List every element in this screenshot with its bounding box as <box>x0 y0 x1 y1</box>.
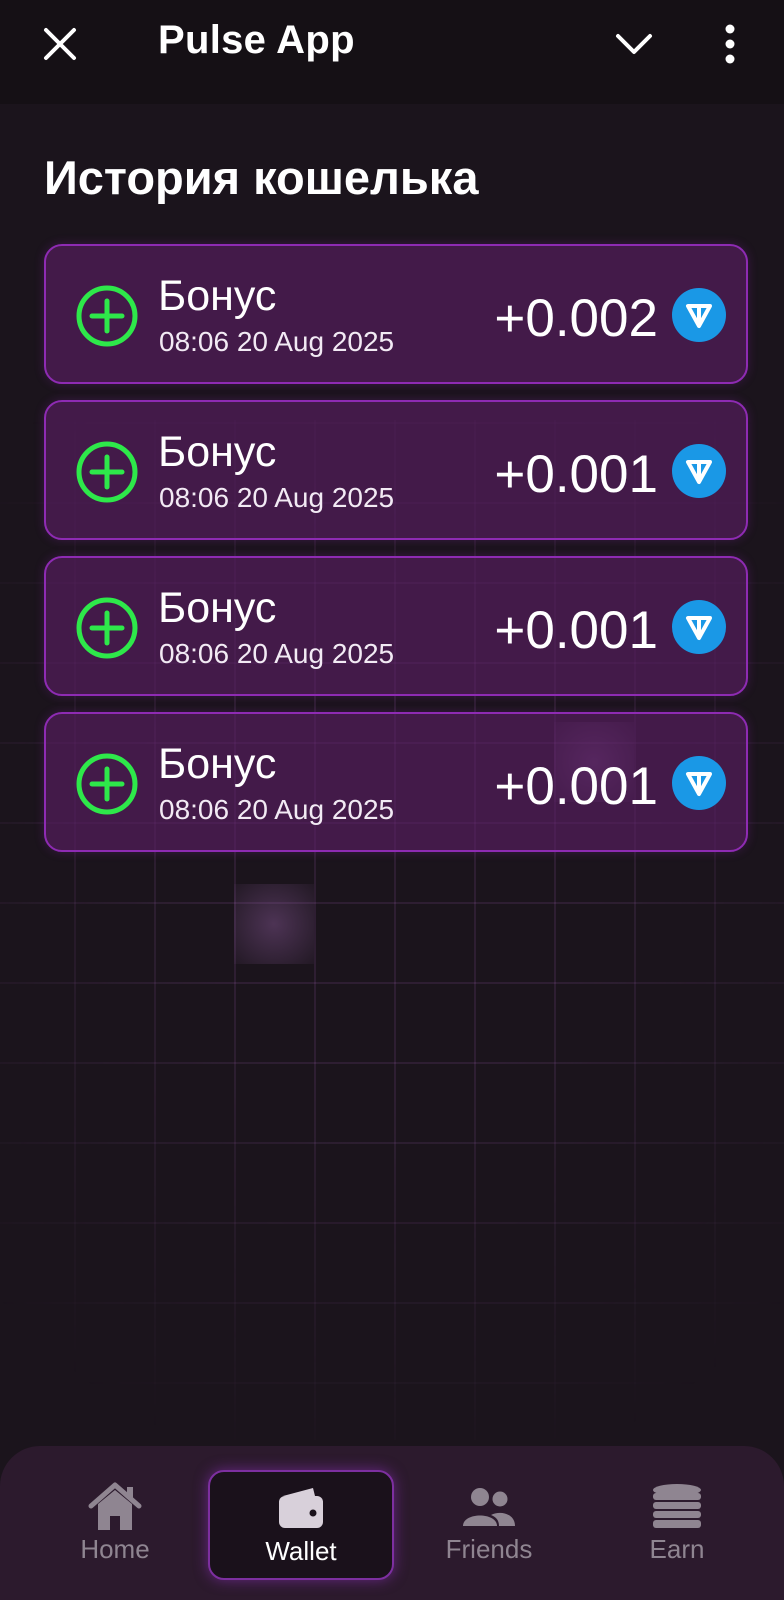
ton-icon <box>672 444 726 498</box>
ton-icon <box>672 756 726 810</box>
transaction-label: Бонус <box>158 428 277 476</box>
plus-circle-icon <box>76 597 138 659</box>
app-title: Pulse App <box>158 18 355 62</box>
plus-circle-icon <box>76 441 138 503</box>
close-icon <box>44 28 76 60</box>
transaction-label: Бонус <box>158 584 277 632</box>
close-button[interactable] <box>40 24 80 64</box>
transaction-amount: +0.001 <box>494 445 658 504</box>
transaction-label: Бонус <box>158 740 277 788</box>
transaction-date: 08:06 20 Aug 2025 <box>159 326 395 357</box>
nav-label: Friends <box>445 1534 533 1564</box>
ton-icon <box>672 600 726 654</box>
transaction-amount: +0.001 <box>494 601 658 660</box>
bottom-navigation: Home Wallet Friends Earn <box>0 1446 784 1600</box>
more-options-button[interactable] <box>720 22 740 66</box>
collapse-button[interactable] <box>614 24 654 64</box>
transaction-amount: +0.002 <box>494 289 658 348</box>
background-glow <box>234 884 314 964</box>
nav-item-earn[interactable]: Earn <box>584 1470 770 1580</box>
transaction-label: Бонус <box>158 272 277 320</box>
ton-icon <box>672 288 726 342</box>
home-icon <box>88 1482 142 1530</box>
nav-item-home[interactable]: Home <box>22 1470 208 1580</box>
more-vertical-icon <box>725 24 735 64</box>
transaction-item[interactable]: Бонус 08:06 20 Aug 2025 +0.001 <box>44 712 748 852</box>
wallet-icon <box>279 1488 323 1528</box>
friends-icon <box>463 1488 515 1526</box>
transaction-list: Бонус 08:06 20 Aug 2025 +0.002 Бонус 08:… <box>44 244 748 868</box>
plus-circle-icon <box>76 285 138 347</box>
coins-icon <box>653 1484 701 1528</box>
chevron-down-icon <box>616 34 652 54</box>
plus-circle-icon <box>76 753 138 815</box>
transaction-date: 08:06 20 Aug 2025 <box>159 638 395 669</box>
transaction-amount: +0.001 <box>494 757 658 816</box>
nav-label: Wallet <box>265 1536 337 1566</box>
top-bar: Pulse App <box>0 0 784 104</box>
transaction-item[interactable]: Бонус 08:06 20 Aug 2025 +0.002 <box>44 244 748 384</box>
transaction-date: 08:06 20 Aug 2025 <box>159 482 395 513</box>
nav-item-wallet[interactable]: Wallet <box>208 1470 394 1580</box>
app-screen: Pulse App История кошелька Бонус 08:06 2… <box>0 0 784 1600</box>
transaction-item[interactable]: Бонус 08:06 20 Aug 2025 +0.001 <box>44 556 748 696</box>
transaction-date: 08:06 20 Aug 2025 <box>159 794 395 825</box>
nav-item-friends[interactable]: Friends <box>396 1470 582 1580</box>
nav-label: Home <box>80 1534 150 1564</box>
transaction-item[interactable]: Бонус 08:06 20 Aug 2025 +0.001 <box>44 400 748 540</box>
page-title: История кошелька <box>44 151 479 204</box>
nav-label: Earn <box>649 1534 705 1564</box>
